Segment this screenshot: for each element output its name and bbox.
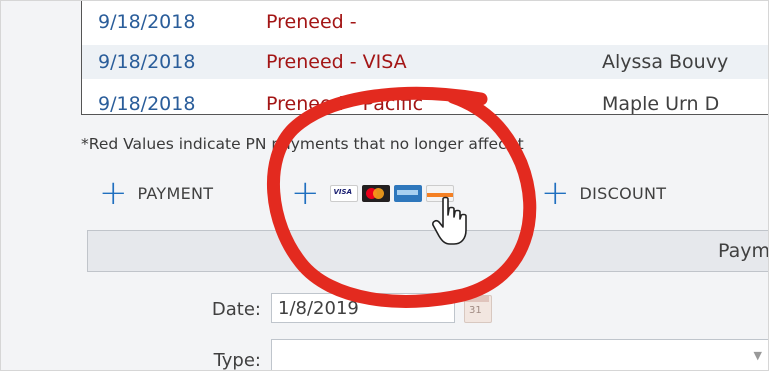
add-discount-button[interactable]: + DISCOUNT xyxy=(541,173,666,213)
row-name: Alyssa Bouvy xyxy=(602,51,729,73)
row-date: 9/18/2018 xyxy=(98,11,196,33)
row-description: Preneed - VISA xyxy=(266,51,407,73)
plus-icon: + xyxy=(291,173,320,213)
discover-icon xyxy=(425,184,454,202)
plus-icon: + xyxy=(541,173,570,213)
date-field[interactable]: 1/8/2019 xyxy=(271,293,455,323)
card-icons: VISA xyxy=(329,184,454,202)
table-row[interactable]: 9/18/2018 Preneed - VISA Alyssa Bouvy xyxy=(82,45,768,79)
chevron-down-icon: ▼ xyxy=(753,349,762,362)
add-payment-label: PAYMENT xyxy=(137,183,214,203)
add-payment-button[interactable]: + PAYMENT xyxy=(99,173,213,213)
red-values-note: *Red Values indicate PN payments that no… xyxy=(81,135,524,153)
row-name: Maple Urn D xyxy=(602,93,720,115)
type-label: Type: xyxy=(213,350,261,371)
row-date: 9/18/2018 xyxy=(98,51,196,73)
row-description: Preneed - Pacific xyxy=(266,93,424,115)
row-description: Preneed - xyxy=(266,11,357,33)
date-label: Date: xyxy=(211,299,261,320)
window-frame: 9/18/2018 Preneed - 9/18/2018 Preneed - … xyxy=(0,0,769,371)
type-dropdown[interactable]: ▼ xyxy=(271,339,768,370)
add-discount-label: DISCOUNT xyxy=(579,183,667,203)
row-date: 9/18/2018 xyxy=(98,93,196,115)
add-card-payment-button[interactable]: + VISA xyxy=(291,173,454,213)
table-row[interactable]: 9/18/2018 Preneed - xyxy=(82,5,768,39)
mastercard-icon xyxy=(361,184,390,202)
plus-icon: + xyxy=(99,173,128,213)
visa-icon: VISA xyxy=(329,184,358,202)
payment-actions-bar: + PAYMENT + VISA + DISCOUNT xyxy=(81,173,768,213)
payments-table: 9/18/2018 Preneed - 9/18/2018 Preneed - … xyxy=(81,1,768,115)
table-row[interactable]: 9/18/2018 Preneed - Pacific Maple Urn D xyxy=(82,87,768,115)
payment-panel-title: Paym xyxy=(718,240,769,262)
amex-icon xyxy=(393,184,422,202)
calendar-day: 31 xyxy=(469,305,482,316)
calendar-icon[interactable]: 31 xyxy=(464,295,492,323)
payment-panel-header: Paym xyxy=(87,230,769,272)
